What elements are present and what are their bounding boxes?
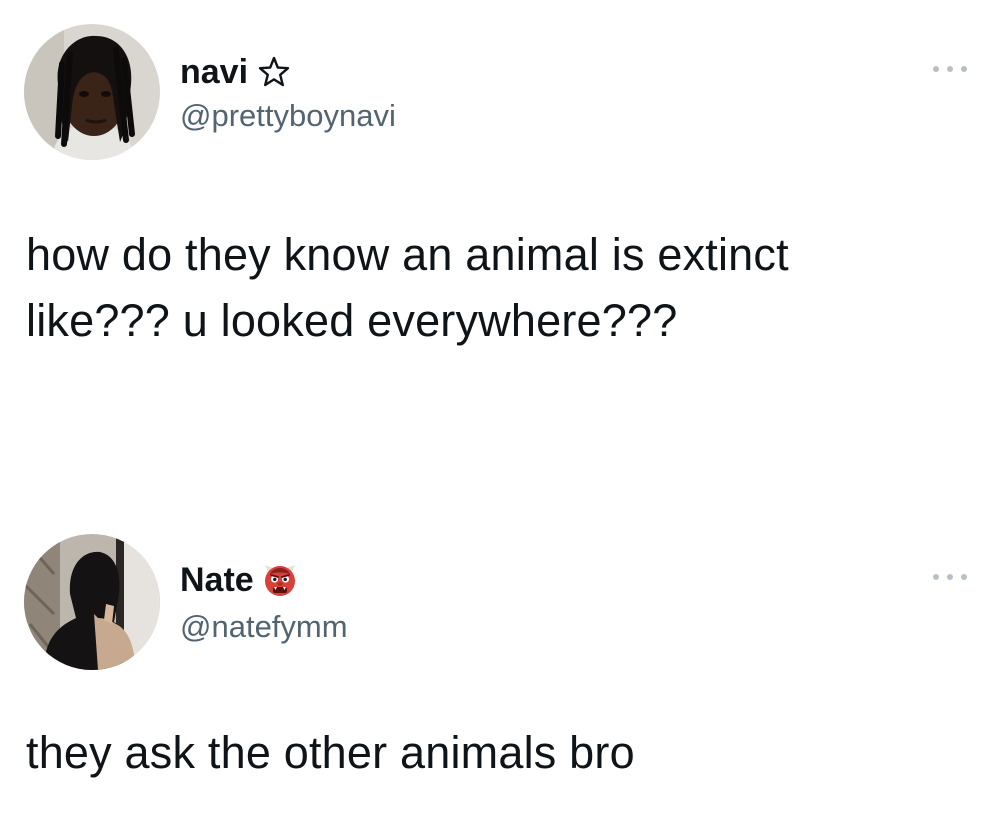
- user-handle[interactable]: @natefymm: [180, 608, 348, 646]
- star-outline-icon: [256, 54, 292, 90]
- avatar[interactable]: [24, 534, 160, 670]
- avatar-photo: [24, 534, 160, 670]
- tweet-text: how do they know an animal is extinct li…: [26, 222, 971, 354]
- more-options-icon[interactable]: [933, 568, 967, 586]
- tweet-card[interactable]: navi @prettyboynavi how do they know an …: [0, 0, 1001, 420]
- tweet-text: they ask the other animals bro: [26, 720, 971, 786]
- display-name[interactable]: navi: [180, 52, 248, 92]
- avatar-photo: [24, 24, 160, 160]
- red-ogre-icon: [262, 562, 298, 598]
- display-name[interactable]: Nate: [180, 560, 254, 600]
- tweet-text-line: how do they know an animal is extinct: [26, 229, 789, 280]
- more-options-icon[interactable]: [933, 60, 967, 78]
- tweet-text-line: like??? u looked everywhere???: [26, 295, 678, 346]
- tweet-card[interactable]: Nate they ask the other animals bro: [0, 520, 1001, 816]
- tweet-text-line: they ask the other animals bro: [26, 727, 635, 778]
- avatar[interactable]: [24, 24, 160, 160]
- user-handle[interactable]: @prettyboynavi: [180, 97, 396, 135]
